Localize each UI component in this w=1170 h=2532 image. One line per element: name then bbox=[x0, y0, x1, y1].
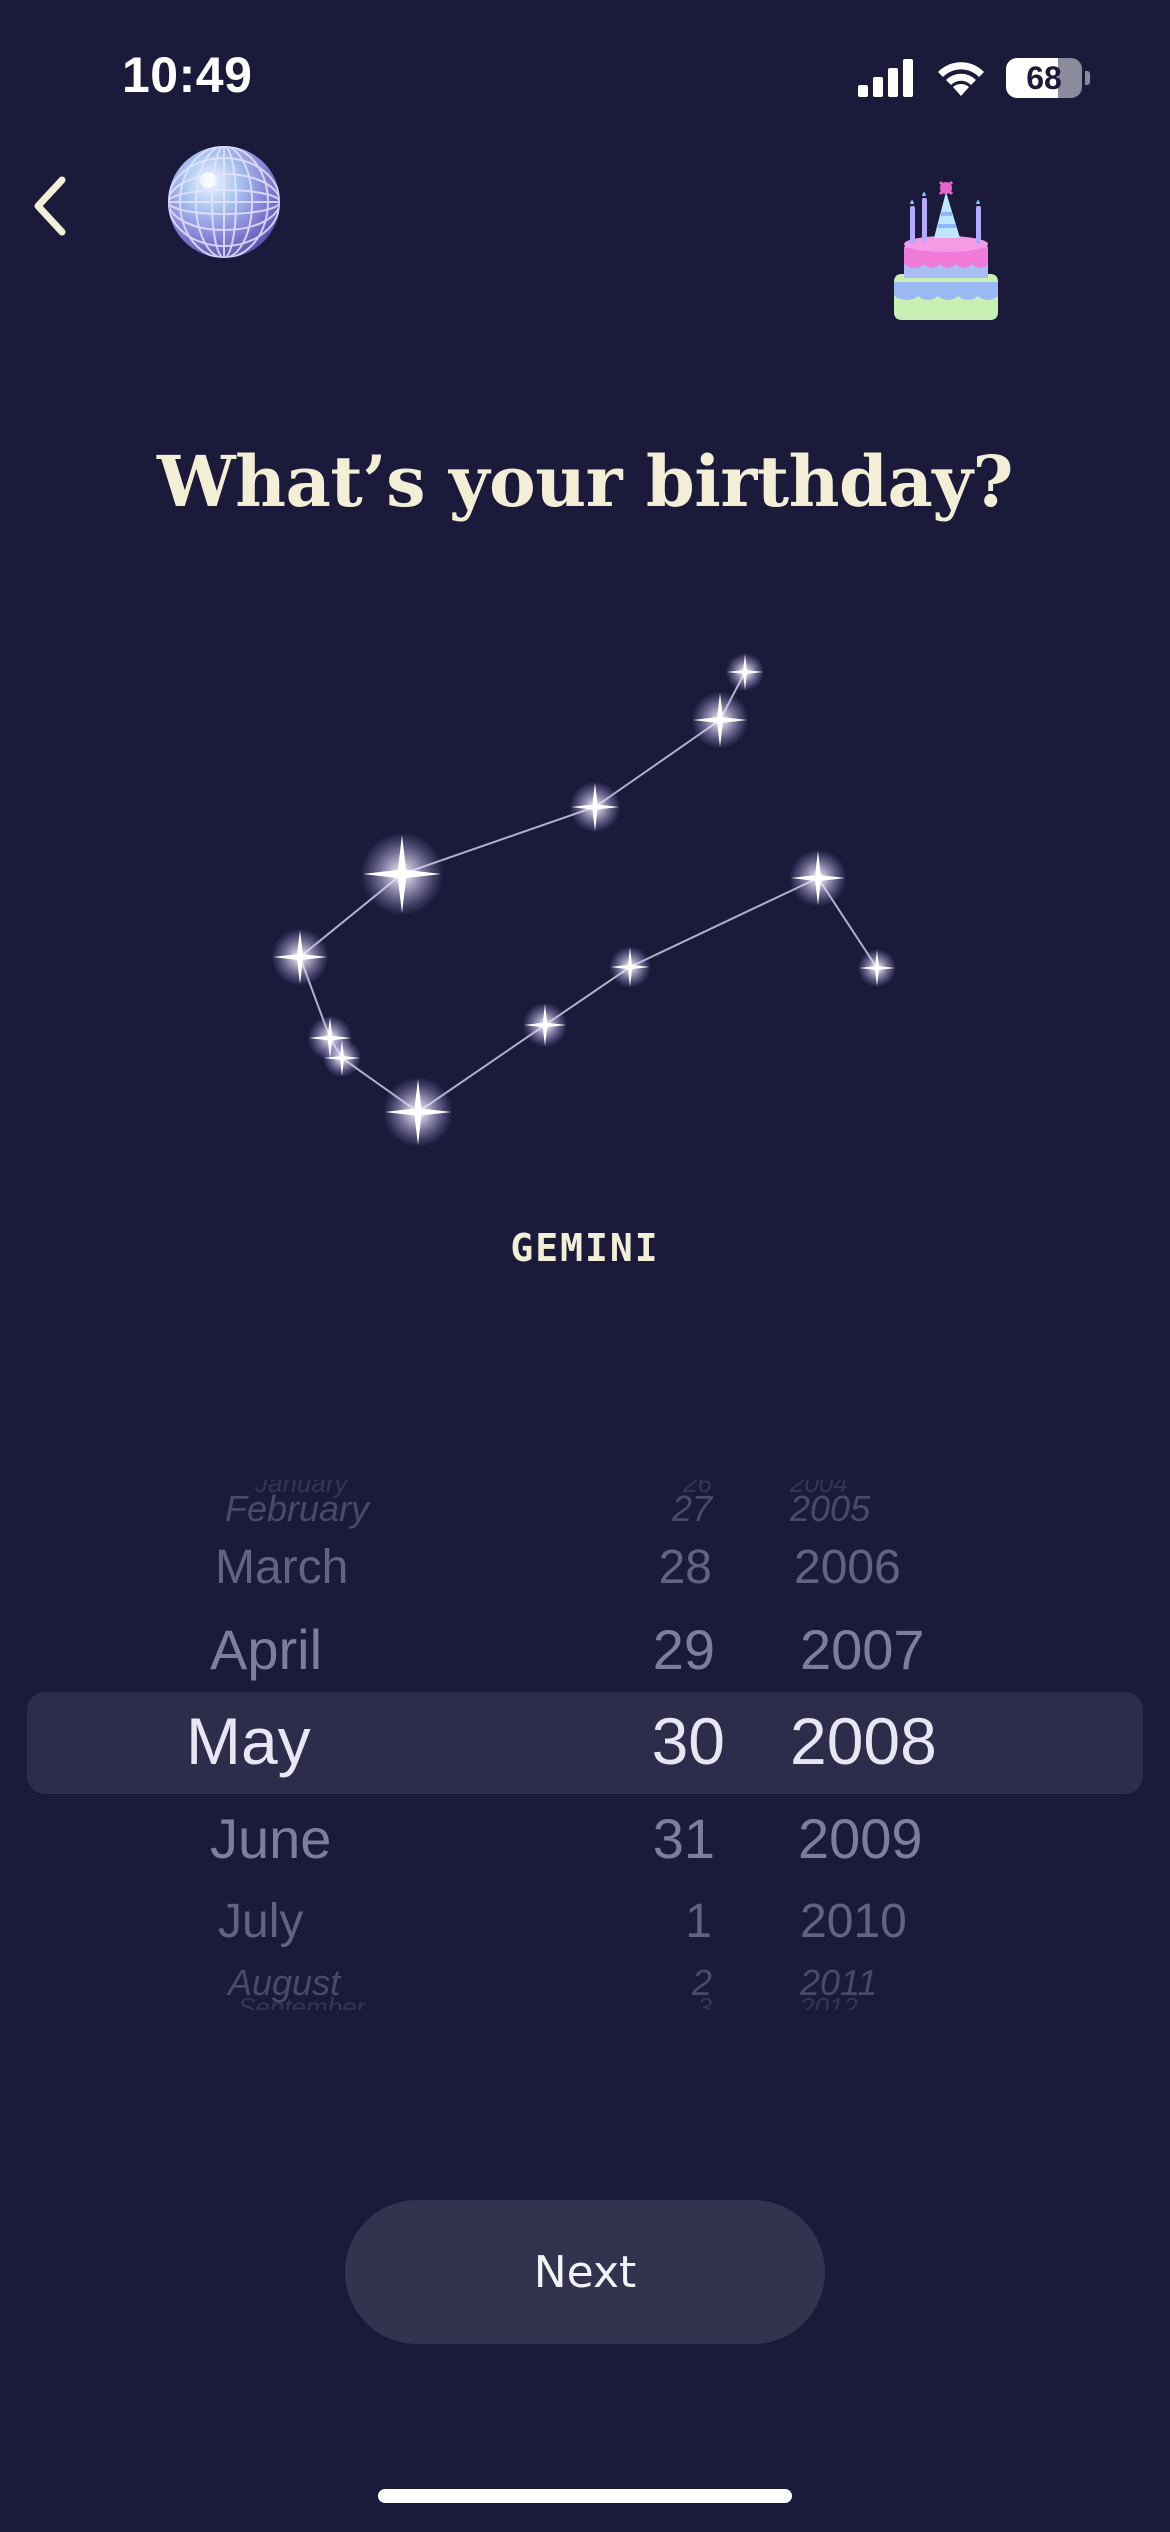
page-title: What’s your birthday? bbox=[157, 440, 1014, 523]
star-5 bbox=[271, 928, 329, 986]
next-button[interactable]: Next bbox=[345, 2200, 825, 2344]
day-option[interactable]: 28 bbox=[659, 1540, 712, 1595]
chevron-left-icon bbox=[34, 176, 66, 236]
year-option[interactable]: 2012 bbox=[800, 1992, 858, 2010]
gemini-constellation-icon bbox=[271, 652, 897, 1148]
day-option[interactable]: 27 bbox=[672, 1488, 712, 1530]
month-option[interactable]: June bbox=[210, 1806, 331, 1871]
star-9 bbox=[522, 1002, 568, 1048]
battery-level: 68 bbox=[1026, 59, 1062, 96]
star-2 bbox=[691, 691, 749, 749]
year-wheel[interactable]: 2004 2005 2006 2007 2008 2009 2010 2011 2012 bbox=[720, 1480, 1020, 2010]
day-option[interactable]: 3 bbox=[698, 1992, 712, 2010]
status-icons: 68 bbox=[858, 54, 1090, 102]
zodiac-sign-name: GEMINI bbox=[510, 1226, 660, 1270]
day-option[interactable]: 31 bbox=[653, 1806, 715, 1871]
home-indicator bbox=[378, 2489, 792, 2503]
birthday-cake-icon bbox=[894, 180, 998, 320]
battery-cap bbox=[1085, 71, 1090, 85]
month-option[interactable]: February bbox=[225, 1488, 369, 1530]
year-option[interactable]: 2005 bbox=[790, 1488, 870, 1530]
status-bar: 10:49 68 bbox=[0, 0, 1170, 150]
year-option[interactable]: 2010 bbox=[800, 1894, 907, 1949]
star-12 bbox=[857, 948, 897, 988]
year-option[interactable]: 2007 bbox=[800, 1617, 925, 1682]
day-option[interactable]: 1 bbox=[685, 1894, 712, 1949]
day-option[interactable]: 29 bbox=[653, 1617, 715, 1682]
star-11 bbox=[789, 849, 847, 907]
month-option[interactable]: September bbox=[238, 1992, 365, 2010]
star-10 bbox=[609, 946, 651, 988]
back-button[interactable] bbox=[12, 168, 88, 244]
year-option[interactable]: 2008 bbox=[790, 1703, 937, 1779]
day-option[interactable]: 30 bbox=[652, 1703, 725, 1779]
status-time: 10:49 bbox=[122, 47, 253, 103]
month-wheel[interactable]: January February March April May June July Augu… bbox=[0, 1480, 560, 2010]
star-1 bbox=[725, 652, 765, 692]
month-option[interactable]: May bbox=[186, 1703, 311, 1779]
month-option[interactable]: July bbox=[218, 1894, 303, 1949]
star-7 bbox=[322, 1038, 362, 1078]
cellular-signal-icon bbox=[858, 59, 913, 97]
year-option[interactable]: 2006 bbox=[794, 1540, 901, 1595]
star-4 bbox=[360, 832, 444, 916]
month-option[interactable]: March bbox=[215, 1540, 348, 1595]
wifi-icon bbox=[938, 62, 984, 96]
year-option[interactable]: 2009 bbox=[798, 1806, 923, 1871]
star-3 bbox=[569, 781, 621, 833]
month-option[interactable]: April bbox=[210, 1617, 322, 1682]
battery-icon: 68 bbox=[1006, 58, 1082, 98]
day-wheel[interactable]: 26 27 28 29 30 31 1 2 3 bbox=[560, 1480, 725, 2010]
birthday-date-picker[interactable]: January February March April May June July Augu… bbox=[0, 1480, 1170, 2010]
disco-ball-icon bbox=[168, 146, 280, 258]
star-8 bbox=[382, 1076, 454, 1148]
